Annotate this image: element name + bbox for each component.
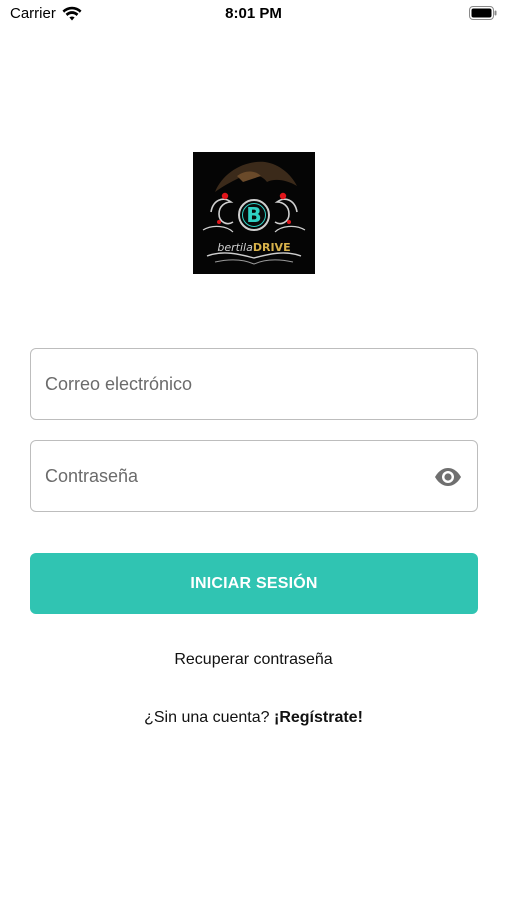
password-field[interactable]: [30, 440, 478, 512]
app-logo: B bertilaDRIVE: [193, 152, 315, 274]
battery-icon: [469, 6, 497, 20]
eye-icon: [435, 468, 461, 486]
status-time: 8:01 PM: [225, 5, 282, 22]
login-button[interactable]: INICIAR SESIÓN: [30, 553, 478, 614]
show-password-toggle[interactable]: [433, 464, 463, 490]
logo-graphic: B bertilaDRIVE: [202, 161, 306, 265]
logo-letter: B: [246, 203, 261, 227]
recover-password-link[interactable]: Recuperar contraseña: [0, 651, 507, 669]
login-screen: Carrier 8:01 PM B bertilaDRIVE Correo el…: [0, 0, 507, 900]
signup-row: ¿Sin una cuenta? ¡Regístrate!: [0, 709, 507, 727]
signup-prompt: ¿Sin una cuenta?: [144, 709, 274, 726]
password-input[interactable]: [45, 441, 425, 511]
logo-wordmark-part2: DRIVE: [253, 241, 291, 254]
logo-wordmark-part1: bertila: [217, 241, 253, 254]
email-field[interactable]: [30, 348, 478, 420]
logo-wordmark: bertilaDRIVE: [217, 241, 290, 254]
status-bar: Carrier 8:01 PM: [0, 0, 507, 28]
signup-link[interactable]: ¡Regístrate!: [274, 709, 363, 726]
email-input[interactable]: [45, 349, 425, 419]
